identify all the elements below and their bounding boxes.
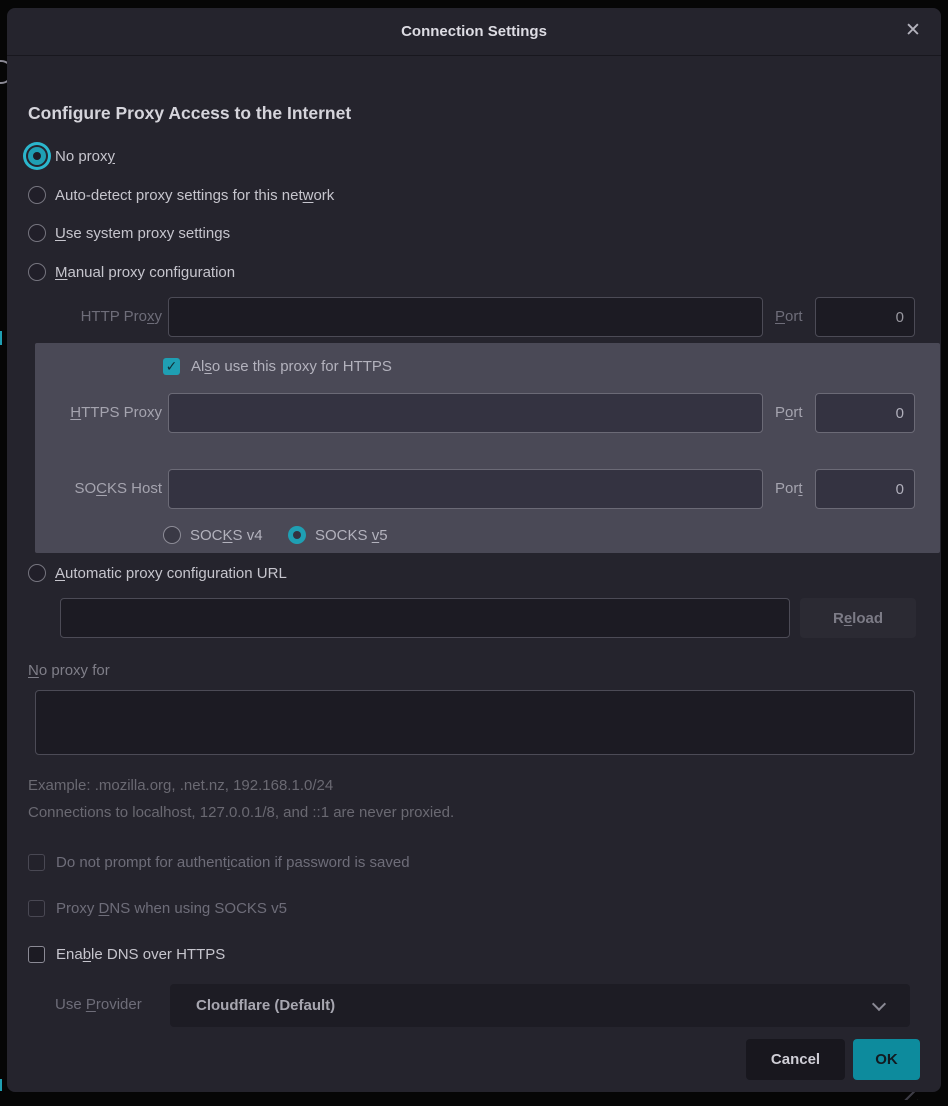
- reload-button[interactable]: Reload: [800, 598, 916, 638]
- no-proxy-for-textarea[interactable]: [35, 690, 915, 755]
- no-proxy-note-text: Connections to localhost, 127.0.0.1/8, a…: [28, 804, 454, 821]
- https-port-label: Port: [775, 404, 803, 421]
- auto-url-input[interactable]: [60, 598, 790, 638]
- dialog-title: Connection Settings: [7, 8, 941, 55]
- checkbox-enable-doh[interactable]: Enable DNS over HTTPS: [28, 945, 225, 963]
- radio-icon-auto-detect[interactable]: [28, 186, 46, 204]
- radio-socks-v4[interactable]: SOCKS v4: [163, 525, 263, 545]
- connection-settings-dialog: Connection Settings ✕ Configure Proxy Ac…: [7, 8, 941, 1092]
- radio-label-auto-url: Automatic proxy configuration URL: [55, 565, 287, 582]
- checkbox-icon-auth-prompt[interactable]: [28, 854, 45, 871]
- radio-no-proxy[interactable]: No proxy: [28, 145, 115, 167]
- radio-icon-no-proxy[interactable]: [28, 147, 46, 165]
- no-proxy-example-text: Example: .mozilla.org, .net.nz, 192.168.…: [28, 777, 333, 794]
- radio-label-manual-proxy: Manual proxy configuration: [55, 264, 235, 281]
- checkbox-label-also-https: Also use this proxy for HTTPS: [191, 358, 392, 375]
- socks-port-input[interactable]: [815, 469, 915, 509]
- http-proxy-label: HTTP Proxy: [40, 308, 162, 325]
- https-proxy-input[interactable]: [168, 393, 763, 433]
- checkbox-icon-proxy-dns[interactable]: [28, 900, 45, 917]
- checkbox-label-proxy-dns: Proxy DNS when using SOCKS v5: [56, 900, 287, 917]
- https-port-input[interactable]: [815, 393, 915, 433]
- use-provider-label: Use Provider: [55, 996, 142, 1013]
- chevron-down-icon: [872, 997, 886, 1011]
- radio-label-use-system: Use system proxy settings: [55, 225, 230, 242]
- radio-socks-v5[interactable]: SOCKS v5: [288, 525, 388, 545]
- radio-label-no-proxy: No proxy: [55, 148, 115, 165]
- radio-icon-use-system[interactable]: [28, 224, 46, 242]
- radio-auto-detect[interactable]: Auto-detect proxy settings for this netw…: [28, 184, 334, 206]
- radio-icon-manual-proxy[interactable]: [28, 263, 46, 281]
- http-port-input[interactable]: [815, 297, 915, 337]
- checkbox-icon-enable-doh[interactable]: [28, 946, 45, 963]
- screen: Connection Settings ✕ Configure Proxy Ac…: [0, 0, 948, 1106]
- radio-auto-url[interactable]: Automatic proxy configuration URL: [28, 562, 287, 584]
- radio-label-auto-detect: Auto-detect proxy settings for this netw…: [55, 187, 334, 204]
- checkbox-label-auth-prompt: Do not prompt for authentication if pass…: [56, 854, 410, 871]
- socks-port-label: Port: [775, 480, 803, 497]
- http-port-label: Port: [775, 308, 803, 325]
- provider-dropdown[interactable]: Cloudflare (Default): [170, 984, 910, 1027]
- socks-host-input[interactable]: [168, 469, 763, 509]
- radio-manual-proxy[interactable]: Manual proxy configuration: [28, 261, 235, 283]
- close-icon[interactable]: ✕: [899, 17, 927, 45]
- socks-host-label: SOCKS Host: [40, 480, 162, 497]
- https-proxy-label: HTTPS Proxy: [40, 404, 162, 421]
- radio-use-system[interactable]: Use system proxy settings: [28, 222, 230, 244]
- cancel-button[interactable]: Cancel: [746, 1039, 845, 1080]
- background-artifact: [0, 331, 2, 345]
- provider-dropdown-value: Cloudflare (Default): [170, 997, 335, 1014]
- radio-label-socks-v4: SOCKS v4: [190, 527, 263, 544]
- page-title: Configure Proxy Access to the Internet: [28, 103, 351, 124]
- checkbox-also-https[interactable]: ✓ Also use this proxy for HTTPS: [163, 357, 392, 375]
- checkbox-auth-prompt[interactable]: Do not prompt for authentication if pass…: [28, 853, 410, 871]
- checkbox-icon-also-https[interactable]: ✓: [163, 358, 180, 375]
- checkbox-proxy-dns[interactable]: Proxy DNS when using SOCKS v5: [28, 899, 287, 917]
- radio-label-socks-v5: SOCKS v5: [315, 527, 388, 544]
- radio-icon-socks-v4[interactable]: [163, 526, 181, 544]
- dialog-titlebar: Connection Settings ✕: [7, 8, 941, 56]
- ok-button[interactable]: OK: [853, 1039, 920, 1080]
- radio-icon-socks-v5[interactable]: [288, 526, 306, 544]
- no-proxy-for-label: No proxy for: [28, 662, 110, 679]
- checkbox-label-enable-doh: Enable DNS over HTTPS: [56, 946, 225, 963]
- http-proxy-input[interactable]: [168, 297, 763, 337]
- radio-icon-auto-url[interactable]: [28, 564, 46, 582]
- background-artifact: [0, 1079, 2, 1091]
